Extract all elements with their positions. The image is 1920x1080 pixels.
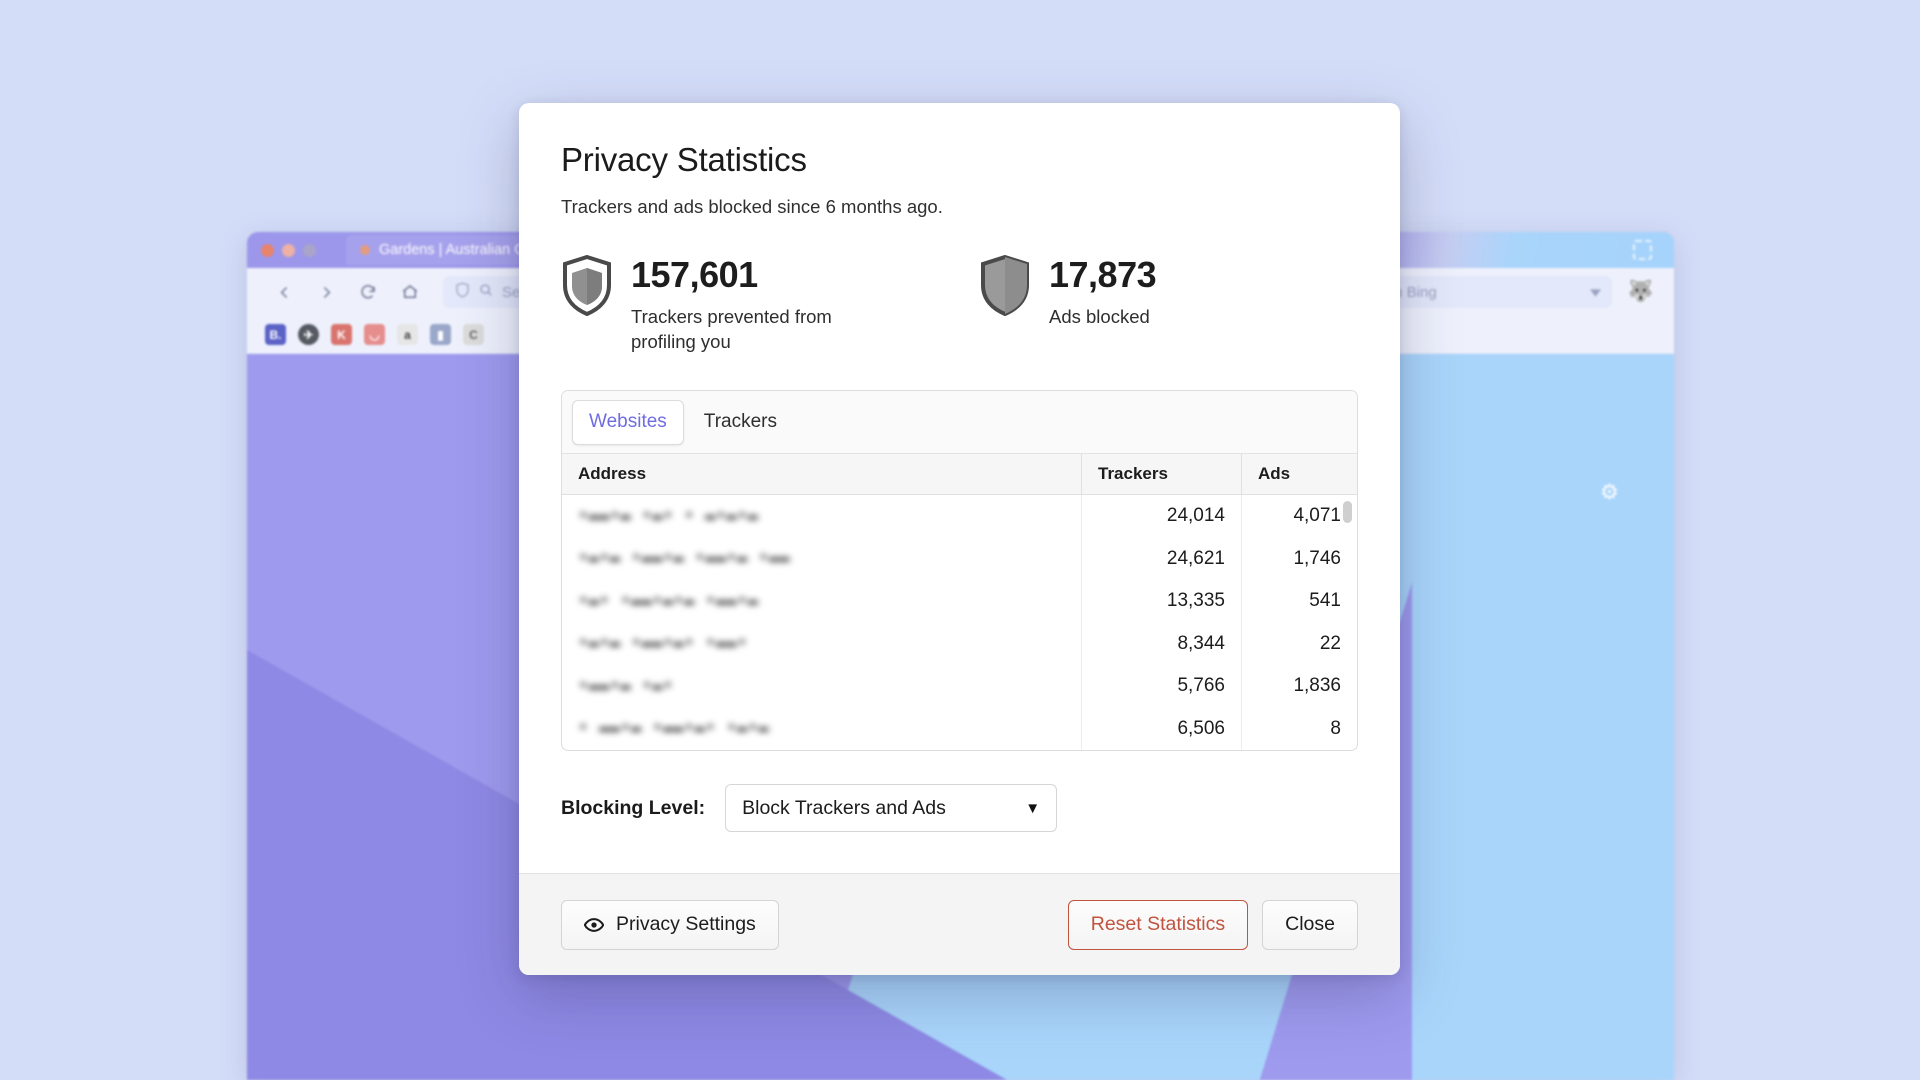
table-row[interactable]: ▪ ▬▬▪▬ ▪▬▬▪▬▪ ▪▬▪▬ 6,506 8: [562, 707, 1357, 751]
chevron-down-icon: ▼: [1025, 799, 1041, 817]
trackers-blocked-count: 157,601: [631, 254, 758, 295]
cell-ads: 1,836: [1241, 665, 1357, 708]
column-header-address[interactable]: Address: [562, 454, 1081, 494]
close-button[interactable]: Close: [1262, 899, 1358, 950]
cell-address: ▪▬▪▬ ▪▬▬▪▬ ▪▬▬▪▬ ▪▬▬: [578, 549, 791, 569]
close-window-button[interactable]: [261, 243, 274, 257]
statistics-list-card: Websites Trackers Address Trackers Ads ▪…: [561, 390, 1358, 752]
privacy-settings-label: Privacy Settings: [616, 913, 756, 935]
eye-icon: [584, 917, 604, 932]
table-header: Address Trackers Ads: [562, 454, 1357, 496]
blocking-level-value: Block Trackers and Ads: [742, 796, 946, 819]
shield-outline-icon: [563, 255, 611, 317]
chevron-down-icon[interactable]: [1590, 284, 1601, 301]
amazon-bookmark[interactable]: a: [397, 324, 418, 345]
shield-filled-icon: [981, 255, 1029, 317]
cell-trackers: 5,766: [1081, 665, 1241, 708]
page-title: Privacy Statistics: [561, 141, 807, 178]
search-icon: [479, 283, 493, 301]
cell-trackers: 13,335: [1081, 580, 1241, 623]
cell-address: ▪▬▪▬ ▪▬▬▪▬▪ ▪▬▬▪: [578, 634, 748, 654]
cell-ads: 541: [1241, 580, 1357, 623]
column-header-trackers[interactable]: Trackers: [1081, 454, 1241, 495]
stat-text: 157,601 Trackers prevented from profilin…: [631, 252, 871, 354]
table-body[interactable]: ▪▬▬▪▬ ▪▬▪ ▪ ▬▪▬▪▬ 24,014 4,071 ▪▬▪▬ ▪▬▬▪…: [562, 495, 1357, 751]
blocking-level-row: Blocking Level: Block Trackers and Ads ▼: [561, 784, 1358, 868]
table-row[interactable]: ▪▬▪▬ ▪▬▬▪▬ ▪▬▬▪▬ ▪▬▬ 24,621 1,746: [562, 537, 1357, 581]
booking-bookmark[interactable]: B.: [265, 324, 286, 345]
tab-websites[interactable]: Websites: [572, 399, 684, 445]
table-row[interactable]: ▪▬▬▪▬ ▪▬▪ 5,766 1,836: [562, 665, 1357, 708]
table-row[interactable]: ▪▬▪▬ ▪▬▬▪▬▪ ▪▬▬▪ 8,344 22: [562, 622, 1357, 666]
cell-ads: 1,746: [1241, 537, 1357, 581]
cell-address: ▪ ▬▬▪▬ ▪▬▬▪▬▪ ▪▬▪▬: [578, 719, 769, 739]
new-tab-button[interactable]: [1633, 240, 1652, 260]
tab-bar: Websites Trackers: [562, 391, 1357, 455]
cell-trackers: 24,014: [1081, 495, 1241, 538]
blocking-level-select[interactable]: Block Trackers and Ads ▼: [725, 784, 1058, 833]
shopping-bag-bookmark[interactable]: ▮: [430, 324, 451, 345]
trackers-blocked-label: Trackers prevented from profiling you: [631, 306, 832, 352]
home-icon[interactable]: [391, 276, 429, 308]
ads-blocked-count: 17,873: [1049, 254, 1157, 295]
cell-trackers: 8,344: [1081, 622, 1241, 666]
forward-icon[interactable]: [307, 276, 345, 308]
aliexpress-bookmark[interactable]: ◡: [364, 324, 385, 345]
back-icon[interactable]: [265, 276, 303, 308]
shield-icon: [455, 282, 470, 302]
cell-ads: 8: [1241, 707, 1357, 751]
page-accent-panel: [1412, 354, 1674, 1080]
table-row[interactable]: ▪▬▬▪▬ ▪▬▪ ▪ ▬▪▬▪▬ 24,014 4,071: [562, 495, 1357, 538]
c-bookmark[interactable]: C: [463, 324, 484, 345]
privacy-settings-button[interactable]: Privacy Settings: [561, 899, 779, 950]
stat-ads-blocked: 17,873 Ads blocked: [979, 252, 1157, 354]
scrollbar-thumb[interactable]: [1343, 501, 1352, 524]
column-header-ads[interactable]: Ads: [1241, 454, 1357, 495]
airplane-bookmark[interactable]: ✈: [298, 324, 319, 345]
tab-favicon: [360, 245, 370, 255]
privacy-statistics-dialog: Privacy Statistics Trackers and ads bloc…: [519, 103, 1400, 975]
reset-statistics-button[interactable]: Reset Statistics: [1067, 899, 1249, 950]
cell-trackers: 24,621: [1081, 537, 1241, 581]
tab-trackers[interactable]: Trackers: [688, 400, 793, 445]
minimize-window-button[interactable]: [282, 243, 295, 257]
reload-icon[interactable]: [349, 276, 387, 308]
avatar[interactable]: 🐺: [1626, 277, 1656, 307]
blocking-level-label: Blocking Level:: [561, 796, 706, 819]
cell-trackers: 6,506: [1081, 707, 1241, 751]
cell-address: ▪▬▬▪▬ ▪▬▪: [578, 676, 674, 696]
dialog-footer: Privacy Settings Reset Statistics Close: [519, 873, 1400, 975]
maximize-window-button[interactable]: [303, 243, 316, 257]
stats-row: 157,601 Trackers prevented from profilin…: [561, 252, 1358, 354]
dialog-subtitle: Trackers and ads blocked since 6 months …: [561, 196, 943, 217]
cell-ads: 4,071: [1241, 495, 1357, 538]
stat-trackers-blocked: 157,601 Trackers prevented from profilin…: [561, 252, 979, 354]
stat-text: 17,873 Ads blocked: [1049, 252, 1157, 330]
dialog-body: Privacy Statistics Trackers and ads bloc…: [519, 103, 1400, 873]
ads-blocked-label: Ads blocked: [1049, 306, 1150, 327]
table-row[interactable]: ▪▬▪ ▪▬▬▪▬▪▬ ▪▬▬▪▬ 13,335 541: [562, 580, 1357, 623]
gear-icon[interactable]: ⚙: [1600, 482, 1622, 504]
kayak-bookmark[interactable]: K: [331, 324, 352, 345]
cell-address: ▪▬▪ ▪▬▬▪▬▪▬ ▪▬▬▪▬: [578, 591, 759, 611]
cell-address: ▪▬▬▪▬ ▪▬▪ ▪ ▬▪▬▪▬: [578, 506, 759, 526]
cell-ads: 22: [1241, 622, 1357, 666]
